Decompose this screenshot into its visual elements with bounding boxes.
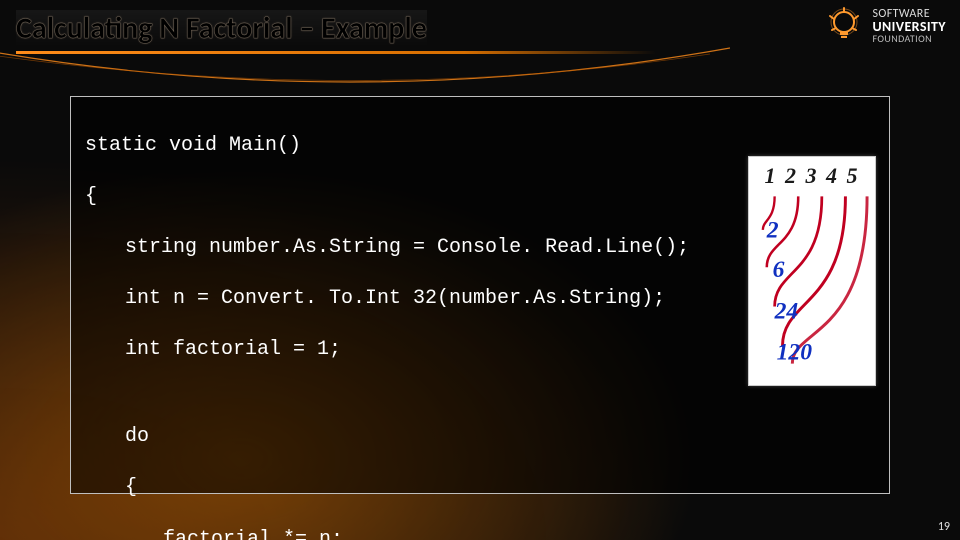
code-line: factorial *= n;	[163, 527, 875, 540]
lightbulb-icon	[824, 6, 864, 46]
slide-number: 19	[938, 520, 950, 534]
logo-text: SOFTWARE UNIVERSITY FOUNDATION	[872, 8, 946, 44]
factorial-arcs-icon: 2 6 24 120	[753, 189, 871, 369]
code-line: static void Main()	[85, 133, 875, 159]
softuni-logo: SOFTWARE UNIVERSITY FOUNDATION	[824, 6, 946, 46]
logo-line3: FOUNDATION	[872, 34, 946, 44]
factorial-illustration: 1 2 3 4 5 2 6 24 120	[748, 156, 876, 386]
slide-title: Calculating N Factorial – Example	[16, 10, 427, 47]
title-underline	[16, 51, 656, 54]
code-line: do	[125, 424, 875, 450]
factorial-step: 2	[766, 218, 779, 244]
factorial-inputs: 1 2 3 4 5	[753, 163, 871, 189]
code-line: {	[125, 475, 875, 501]
slide-header: Calculating N Factorial – Example	[0, 0, 960, 60]
factorial-step: 6	[773, 257, 785, 283]
factorial-step: 24	[774, 298, 799, 324]
factorial-step: 120	[777, 340, 813, 366]
